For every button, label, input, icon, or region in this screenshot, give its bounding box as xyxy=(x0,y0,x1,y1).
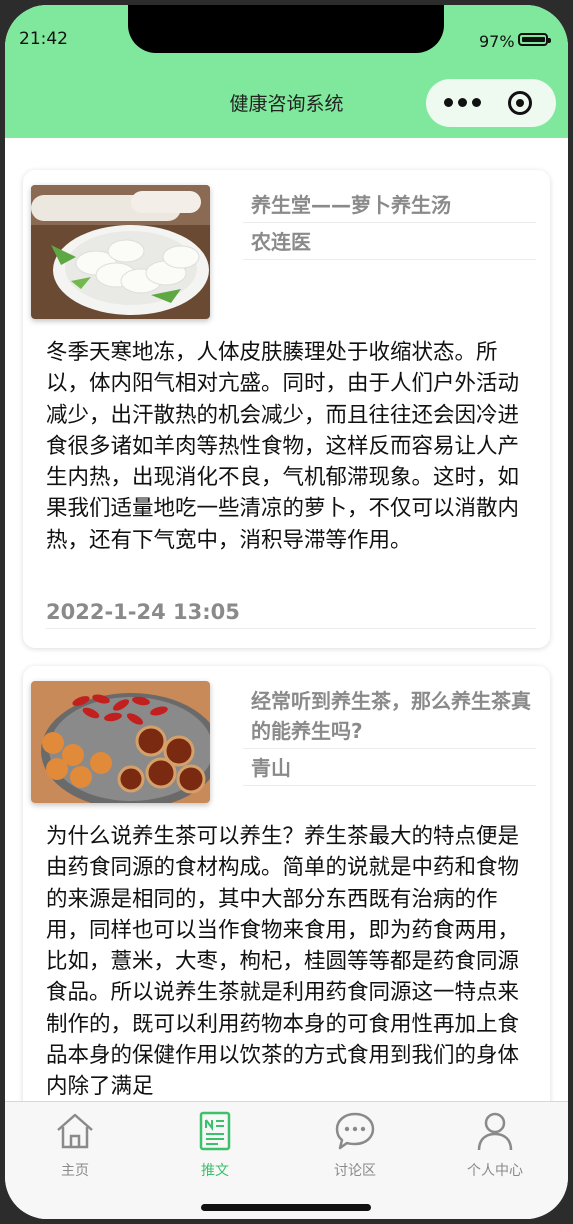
tab-discussion-label: 讨论区 xyxy=(334,1163,376,1179)
status-time: 21:42 xyxy=(19,29,68,49)
post-card[interactable]: 经常听到养生茶，那么养生茶真的能养生吗? 青山 为什么说养生茶可以养生？养生茶最… xyxy=(23,666,550,1101)
post-author: 农连医 xyxy=(243,223,536,260)
post-title[interactable]: 养生堂——萝卜养生汤 xyxy=(243,188,536,223)
battery-icon xyxy=(518,33,551,46)
post-body: 为什么说养生茶可以养生？养生茶最大的特点便是由药食同源的食材构成。简单的说就是中… xyxy=(46,824,520,1100)
tab-home[interactable]: 主页 xyxy=(5,1110,145,1180)
goji-jujube-longan-photo xyxy=(31,681,210,803)
post-card[interactable]: 养生堂——萝卜养生汤 农连医 冬季天寒地冻，人体皮肤腠理处于收缩状态。所以，体内… xyxy=(23,170,550,648)
post-thumbnail xyxy=(31,185,210,319)
app-header: 21:42 97% 健康咨询系统 xyxy=(5,5,568,138)
user-icon xyxy=(477,1112,513,1151)
more-dots-icon[interactable] xyxy=(444,98,484,108)
tab-profile[interactable]: 个人中心 xyxy=(425,1110,565,1180)
bottom-tab-bar: 主页 推文 讨论区 个人中心 xyxy=(5,1101,568,1219)
article-icon xyxy=(199,1111,231,1151)
battery-percent: 97% xyxy=(479,32,515,51)
chat-icon xyxy=(335,1112,375,1150)
post-title[interactable]: 经常听到养生茶，那么养生茶真的能养生吗? xyxy=(243,684,536,749)
phone-screen: 21:42 97% 健康咨询系统 养生堂——萝卜养生汤 农连医 冬季天寒地冻，人… xyxy=(5,5,568,1219)
post-meta: 养生堂——萝卜养生汤 农连医 xyxy=(243,188,536,260)
post-body: 冬季天寒地冻，人体皮肤腠理处于收缩状态。所以，体内阳气相对亢盛。同时，由于人们户… xyxy=(46,340,520,553)
sliced-radish-photo xyxy=(31,185,210,319)
tab-article[interactable]: 推文 xyxy=(145,1110,285,1180)
tab-article-label: 推文 xyxy=(201,1163,229,1179)
close-target-icon[interactable] xyxy=(508,91,532,115)
post-date: 2022-1-24 13:05 xyxy=(46,600,536,629)
miniprogram-capsule xyxy=(426,79,556,127)
home-indicator xyxy=(201,1204,371,1211)
post-author: 青山 xyxy=(243,749,536,786)
tab-home-label: 主页 xyxy=(61,1163,89,1179)
post-meta: 经常听到养生茶，那么养生茶真的能养生吗? 青山 xyxy=(243,684,536,786)
camera-notch xyxy=(128,5,444,53)
home-icon xyxy=(57,1113,93,1149)
tab-profile-label: 个人中心 xyxy=(467,1163,523,1179)
post-list[interactable]: 养生堂——萝卜养生汤 农连医 冬季天寒地冻，人体皮肤腠理处于收缩状态。所以，体内… xyxy=(5,138,568,1101)
post-thumbnail xyxy=(31,681,210,803)
tab-discussion[interactable]: 讨论区 xyxy=(285,1110,425,1180)
